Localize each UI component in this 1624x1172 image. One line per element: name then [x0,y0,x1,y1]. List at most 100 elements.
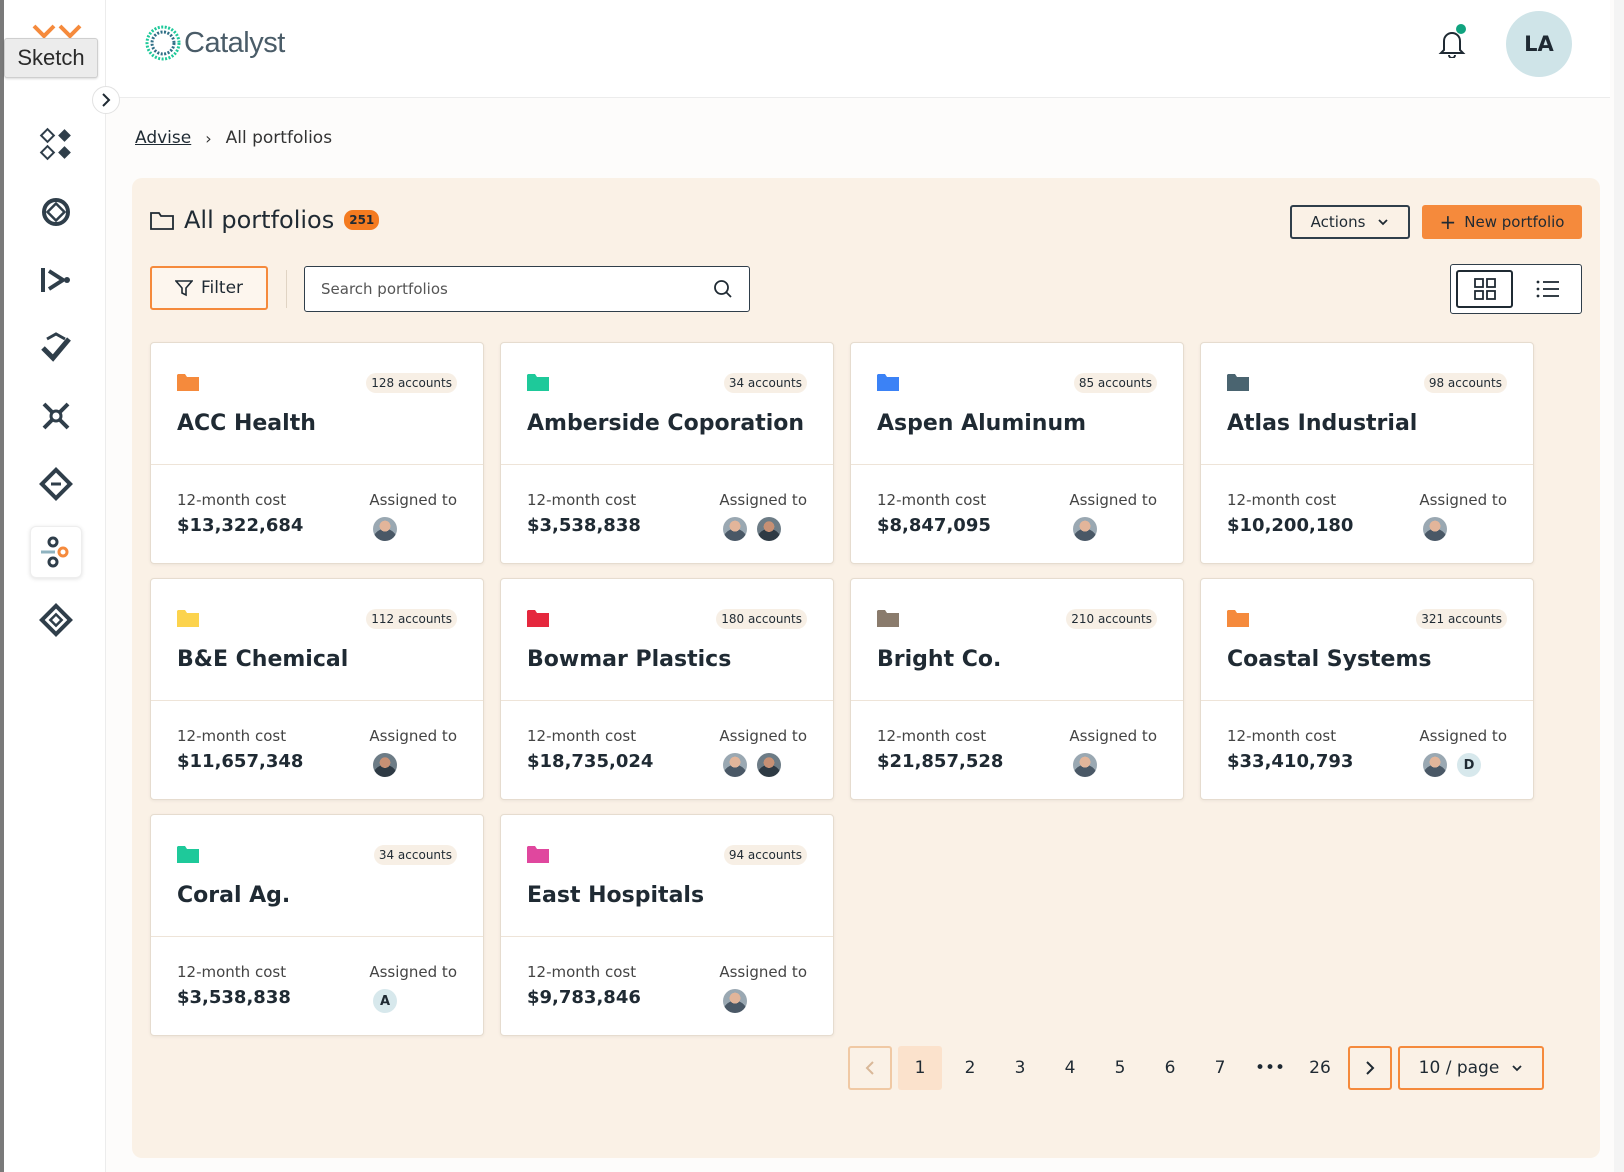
assignee-avatar[interactable] [373,517,397,541]
brand-logo[interactable]: Catalyst [144,24,285,62]
page-number[interactable]: 2 [948,1046,992,1090]
portfolio-card[interactable]: 34 accounts Coral Ag. 12-month cost $3,5… [150,814,484,1036]
filter-label: Filter [200,278,244,298]
card-details: 12-month cost $9,783,846 Assigned to [501,937,833,1035]
accounts-badge: 34 accounts [373,845,457,865]
sidebar-nav [4,118,106,662]
cost-label: 12-month cost [877,727,987,745]
prev-page-button[interactable] [848,1046,892,1090]
page-number[interactable]: 6 [1148,1046,1192,1090]
nav-item-dna[interactable] [30,390,82,442]
portfolio-card[interactable]: 180 accounts Bowmar Plastics 12-month co… [500,578,834,800]
portfolio-name[interactable]: B&E Chemical [177,647,348,672]
view-toggle [1450,264,1582,314]
breadcrumb-link-advise[interactable]: Advise [135,128,191,148]
folder-icon [177,374,199,391]
search-icon[interactable] [713,279,733,299]
portfolio-card[interactable]: 98 accounts Atlas Industrial 12-month co… [1200,342,1534,564]
portfolio-card[interactable]: 94 accounts East Hospitals 12-month cost… [500,814,834,1036]
assignee-list [723,753,781,777]
card-details: 12-month cost $21,857,528 Assigned to [851,701,1183,799]
page-number[interactable]: 26 [1298,1046,1342,1090]
page-number[interactable]: 7 [1198,1046,1242,1090]
breadcrumb-separator-icon: › [205,128,212,148]
assignee-avatar[interactable] [723,989,747,1013]
page-number[interactable]: 3 [998,1046,1042,1090]
nav-item-grid-diamond[interactable] [30,594,82,646]
new-portfolio-button[interactable]: + New portfolio [1422,205,1582,239]
assigned-label: Assigned to [719,491,807,509]
expand-sidebar-button[interactable] [92,86,120,114]
chevron-down-icon [1378,219,1389,226]
per-page-select[interactable]: 10 / page [1398,1046,1544,1090]
pagination: 1 2 3 4 5 6 7 ••• 26 10 / page [848,1046,1544,1090]
assignee-avatar[interactable] [1423,517,1447,541]
filter-button[interactable]: Filter [150,266,268,310]
search-input[interactable] [321,280,713,298]
card-header: 94 accounts East Hospitals [501,815,833,937]
chevron-right-icon [102,93,111,107]
card-details: 12-month cost $3,538,838 Assigned to A [151,937,483,1035]
nav-item-network[interactable] [30,186,82,238]
page-ellipsis[interactable]: ••• [1248,1046,1292,1090]
assignee-avatar[interactable]: A [373,989,397,1013]
assignee-avatar[interactable] [757,517,781,541]
folder-icon [1227,374,1249,391]
assignee-avatar[interactable] [723,753,747,777]
user-avatar[interactable]: LA [1506,11,1572,77]
assignee-avatar[interactable] [373,753,397,777]
portfolio-card[interactable]: 210 accounts Bright Co. 12-month cost $2… [850,578,1184,800]
page-number[interactable]: 5 [1098,1046,1142,1090]
notification-dot [1456,24,1466,34]
assignee-avatar[interactable] [1073,517,1097,541]
portfolio-card[interactable]: 85 accounts Aspen Aluminum 12-month cost… [850,342,1184,564]
assignee-avatar[interactable] [757,753,781,777]
cost-label: 12-month cost [1227,491,1337,509]
actions-dropdown-button[interactable]: Actions [1290,205,1410,239]
list-view-button[interactable] [1519,270,1576,308]
card-header: 98 accounts Atlas Industrial [1201,343,1533,465]
folder-icon [177,846,199,863]
assigned-label: Assigned to [719,963,807,981]
portfolio-card[interactable]: 112 accounts B&E Chemical 12-month cost … [150,578,484,800]
assigned-label: Assigned to [719,727,807,745]
assigned-label: Assigned to [1069,727,1157,745]
assignee-list: A [373,989,397,1013]
next-page-button[interactable] [1348,1046,1392,1090]
portfolio-name[interactable]: Coastal Systems [1227,647,1432,672]
portfolio-name[interactable]: ACC Health [177,411,316,436]
card-header: 128 accounts ACC Health [151,343,483,465]
folder-outline-icon [150,212,174,230]
nav-item-diamond[interactable] [30,458,82,510]
assignee-avatar[interactable] [1423,753,1447,777]
portfolio-name[interactable]: Bowmar Plastics [527,647,731,672]
assignee-list [723,989,747,1013]
portfolio-card[interactable]: 128 accounts ACC Health 12-month cost $1… [150,342,484,564]
assignee-avatar[interactable]: D [1457,753,1481,777]
cost-label: 12-month cost [527,491,637,509]
page-number[interactable]: 4 [1048,1046,1092,1090]
card-details: 12-month cost $3,538,838 Assigned to [501,465,833,563]
nav-item-flow[interactable] [30,254,82,306]
page-number[interactable]: 1 [898,1046,942,1090]
portfolio-card[interactable]: 34 accounts Amberside Coporation 12-mont… [500,342,834,564]
grid-view-button[interactable] [1456,270,1514,308]
portfolio-name[interactable]: Aspen Aluminum [877,411,1086,436]
portfolio-name[interactable]: Coral Ag. [177,883,290,908]
page-number-list: 1 2 3 4 5 6 7 ••• 26 [892,1046,1342,1090]
catalyst-logo-icon [145,25,181,61]
portfolio-card[interactable]: 321 accounts Coastal Systems 12-month co… [1200,578,1534,800]
portfolio-name[interactable]: Atlas Industrial [1227,411,1417,436]
nav-item-connector[interactable] [30,526,82,578]
nav-item-check[interactable] [30,322,82,374]
assignee-avatar[interactable] [1073,753,1097,777]
nav-item-modules[interactable] [30,118,82,170]
assigned-label: Assigned to [369,727,457,745]
card-header: 180 accounts Bowmar Plastics [501,579,833,701]
portfolio-name[interactable]: Bright Co. [877,647,1001,672]
portfolio-name[interactable]: Amberside Coporation [527,411,804,436]
card-header: 321 accounts Coastal Systems [1201,579,1533,701]
assignee-avatar[interactable] [723,517,747,541]
connector-icon [41,536,69,568]
portfolio-name[interactable]: East Hospitals [527,883,704,908]
